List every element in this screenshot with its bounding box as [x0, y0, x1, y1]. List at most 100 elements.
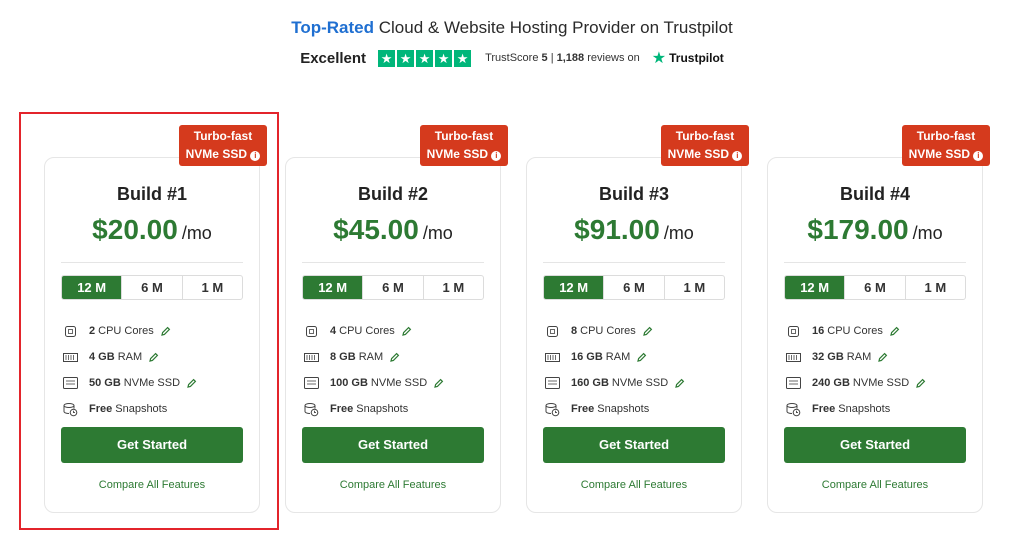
- headline-text: Cloud & Website Hosting Provider on Trus…: [374, 18, 733, 37]
- feature-item: 32 GB RAM: [786, 344, 972, 370]
- trustscore-value: 5: [541, 52, 548, 64]
- star-icon: ★: [378, 49, 396, 67]
- get-started-button[interactable]: Get Started: [543, 427, 725, 463]
- edit-pencil-icon[interactable]: [642, 326, 653, 337]
- turbo-nvme-badge: Turbo-fast NVMe SSD i: [661, 125, 749, 166]
- feature-item: 240 GB NVMe SSD: [786, 370, 972, 396]
- price-row: $45.00/mo: [286, 214, 500, 246]
- term-tab[interactable]: 6 M: [844, 276, 904, 299]
- feature-item: 8 CPU Cores: [545, 318, 731, 344]
- edit-pencil-icon[interactable]: [389, 352, 400, 363]
- trustpilot-rating-row: Excellent ★ ★ ★ ★ ★ TrustScore 5 | 1,188…: [0, 48, 1024, 68]
- feature-value: Free: [89, 403, 113, 415]
- trustpilot-brand: Trustpilot: [669, 51, 724, 65]
- term-tab[interactable]: 6 M: [362, 276, 422, 299]
- badge-line1: Turbo-fast: [193, 129, 253, 143]
- page-headline: Top-Rated Cloud & Website Hosting Provid…: [0, 18, 1024, 38]
- feature-label: NVMe SSD: [370, 377, 428, 389]
- badge-line2: NVMe SSD i: [179, 145, 267, 163]
- term-tab[interactable]: 12 M: [62, 276, 122, 299]
- edit-pencil-icon[interactable]: [889, 326, 900, 337]
- feature-value: 4: [330, 325, 337, 337]
- term-tab[interactable]: 12 M: [544, 276, 604, 299]
- term-tab[interactable]: 12 M: [303, 276, 363, 299]
- price-period: /mo: [422, 223, 453, 243]
- feature-item: 50 GB NVMe SSD: [63, 370, 249, 396]
- info-icon[interactable]: i: [250, 151, 261, 161]
- feature-value: Free: [812, 403, 836, 415]
- plan-price: $179.00: [807, 214, 909, 245]
- ram-icon: [786, 351, 801, 364]
- snapshot-icon: [786, 402, 801, 416]
- get-started-button[interactable]: Get Started: [61, 427, 243, 463]
- divider: [61, 262, 243, 263]
- edit-pencil-icon[interactable]: [636, 352, 647, 363]
- feature-label: CPU Cores: [98, 325, 154, 337]
- term-tab[interactable]: 6 M: [121, 276, 181, 299]
- get-started-button[interactable]: Get Started: [302, 427, 484, 463]
- compare-features-link[interactable]: Compare All Features: [768, 479, 982, 491]
- feature-list: 16 CPU Cores 32 GB RAM 240 GB NVMe SSD F…: [786, 318, 972, 422]
- edit-pencil-icon[interactable]: [433, 378, 444, 389]
- info-icon[interactable]: i: [973, 151, 984, 161]
- edit-pencil-icon[interactable]: [148, 352, 159, 363]
- info-icon[interactable]: i: [732, 151, 743, 161]
- term-tab[interactable]: 1 M: [422, 276, 483, 299]
- feature-item: 4 GB RAM: [63, 344, 249, 370]
- term-tab[interactable]: 1 M: [904, 276, 965, 299]
- term-selector: 12 M 6 M 1 M: [61, 275, 243, 300]
- price-row: $20.00/mo: [45, 214, 259, 246]
- rating-stars: ★ ★ ★ ★ ★: [378, 49, 472, 67]
- feature-item: Free Snapshots: [63, 396, 249, 422]
- info-icon[interactable]: i: [491, 151, 502, 161]
- edit-pencil-icon[interactable]: [674, 378, 685, 389]
- plan-price: $91.00: [574, 214, 660, 245]
- plan-title: Build #4: [839, 184, 910, 204]
- feature-label: RAM: [605, 351, 631, 363]
- ram-icon: [63, 351, 78, 364]
- star-icon: ★: [416, 49, 434, 67]
- feature-item: 16 GB RAM: [545, 344, 731, 370]
- compare-features-link[interactable]: Compare All Features: [286, 479, 500, 491]
- trustpilot-star-icon: ★: [651, 50, 667, 67]
- feature-value: 50 GB: [89, 377, 121, 389]
- cpu-icon: [63, 325, 78, 338]
- ssd-icon: [786, 377, 801, 390]
- feature-label: CPU Cores: [827, 325, 883, 337]
- compare-features-link[interactable]: Compare All Features: [45, 479, 259, 491]
- term-tab[interactable]: 1 M: [663, 276, 724, 299]
- term-tab[interactable]: 6 M: [603, 276, 663, 299]
- edit-pencil-icon[interactable]: [160, 326, 171, 337]
- feature-item: 16 CPU Cores: [786, 318, 972, 344]
- compare-features-link[interactable]: Compare All Features: [527, 479, 741, 491]
- feature-list: 2 CPU Cores 4 GB RAM 50 GB NVMe SSD Free…: [63, 318, 249, 422]
- turbo-nvme-badge: Turbo-fast NVMe SSD i: [179, 125, 267, 166]
- price-period: /mo: [912, 223, 943, 243]
- feature-value: 16: [812, 325, 825, 337]
- edit-pencil-icon[interactable]: [401, 326, 412, 337]
- get-started-button[interactable]: Get Started: [784, 427, 966, 463]
- snapshot-icon: [304, 402, 319, 416]
- edit-pencil-icon[interactable]: [877, 352, 888, 363]
- edit-pencil-icon[interactable]: [915, 378, 926, 389]
- trustscore-text: TrustScore 5 | 1,188 reviews on: [485, 52, 640, 64]
- trustpilot-logo[interactable]: ★ Trustpilot: [652, 48, 724, 68]
- edit-pencil-icon[interactable]: [186, 378, 197, 389]
- divider: [784, 262, 966, 263]
- badge-line2: NVMe SSD i: [902, 145, 990, 163]
- feature-item: Free Snapshots: [545, 396, 731, 422]
- cpu-icon: [786, 325, 801, 338]
- badge-line2-text: NVMe SSD: [667, 147, 729, 161]
- ssd-icon: [63, 377, 78, 390]
- feature-item: 2 CPU Cores: [63, 318, 249, 344]
- term-tab[interactable]: 12 M: [785, 276, 845, 299]
- divider: [302, 262, 484, 263]
- plan-card: Turbo-fast NVMe SSD i Build #3 $91.00/mo…: [526, 125, 749, 513]
- feature-value: 2: [89, 325, 96, 337]
- term-selector: 12 M 6 M 1 M: [784, 275, 966, 300]
- feature-value: 16 GB: [571, 351, 603, 363]
- feature-label: NVMe SSD: [123, 377, 181, 389]
- rating-word: Excellent: [300, 49, 367, 67]
- term-tab[interactable]: 1 M: [181, 276, 242, 299]
- trustscore-separator: |: [550, 52, 554, 64]
